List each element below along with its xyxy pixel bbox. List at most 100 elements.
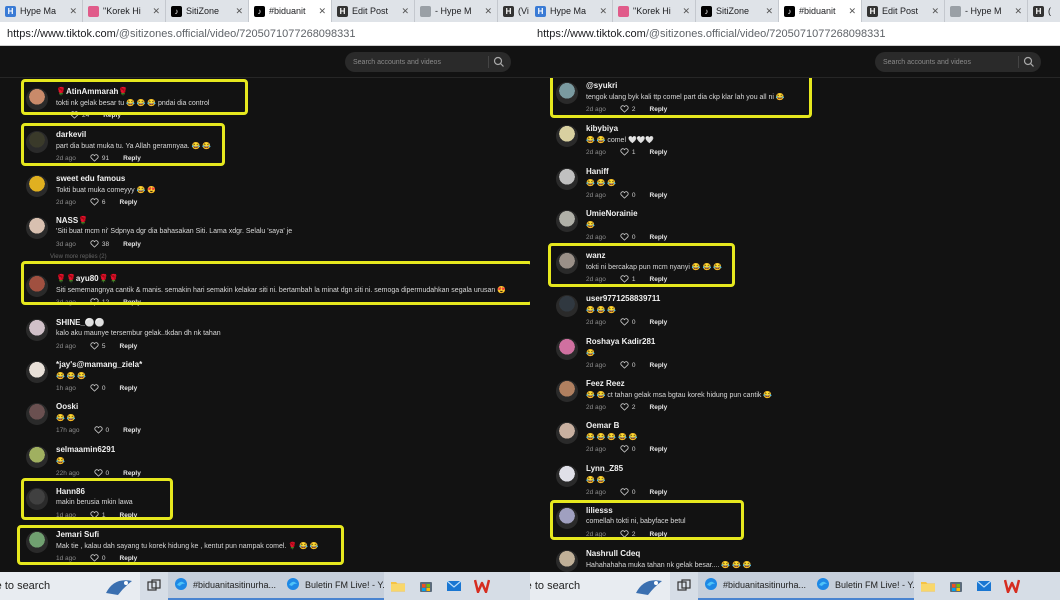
like-heart-icon[interactable] — [90, 154, 99, 162]
reply-button[interactable]: Reply — [120, 555, 138, 562]
user-avatar[interactable] — [26, 531, 48, 553]
reply-button[interactable]: Reply — [120, 199, 138, 206]
close-tab-icon[interactable]: ✕ — [1014, 6, 1022, 17]
like-heart-icon[interactable] — [93, 469, 103, 477]
browser-tab[interactable]: H Hype Ma ✕ — [0, 0, 83, 22]
comment-username[interactable]: kibybiya — [586, 124, 618, 133]
view-more-replies[interactable]: View more replies (2) — [50, 254, 107, 260]
like-heart-icon[interactable] — [70, 111, 79, 119]
close-tab-icon[interactable]: ✕ — [401, 6, 409, 17]
address-bar[interactable]: https://www.tiktok.com/@sitizones.offici… — [0, 22, 530, 46]
file-explorer-icon[interactable] — [384, 572, 412, 600]
reply-button[interactable]: Reply — [650, 234, 668, 241]
wps-icon[interactable] — [468, 572, 496, 600]
user-avatar[interactable] — [556, 82, 578, 104]
like-heart-icon[interactable] — [620, 445, 629, 453]
file-explorer-icon[interactable] — [914, 572, 942, 600]
store-icon[interactable] — [942, 572, 970, 600]
browser-tab[interactable]: H Edit Post ✕ — [862, 0, 945, 22]
like-heart-icon[interactable] — [620, 148, 629, 156]
close-tab-icon[interactable]: ✕ — [599, 6, 607, 17]
reply-button[interactable]: Reply — [650, 276, 668, 283]
comment-username[interactable]: Haniff — [586, 167, 609, 176]
like-heart-icon[interactable] — [90, 511, 99, 519]
like-heart-icon[interactable] — [90, 554, 99, 562]
store-icon[interactable] — [412, 572, 440, 600]
browser-tab[interactable]: "Korek Hi ✕ — [83, 0, 166, 22]
comment-username[interactable]: Lynn_Z85 — [586, 464, 623, 473]
like-heart-icon[interactable] — [620, 105, 629, 113]
user-avatar[interactable] — [26, 175, 48, 197]
user-avatar[interactable] — [556, 465, 578, 487]
taskbar-app-button[interactable]: #biduanitasitinurha... — [168, 572, 280, 600]
comment-username[interactable]: sweet edu famous — [56, 174, 125, 183]
reply-button[interactable]: Reply — [650, 489, 668, 496]
close-tab-icon[interactable]: ✕ — [152, 6, 160, 17]
reply-button[interactable]: Reply — [650, 362, 668, 369]
comment-username[interactable]: Ooski — [56, 402, 78, 411]
user-avatar[interactable] — [26, 403, 48, 425]
like-heart-icon[interactable] — [93, 426, 103, 434]
reply-button[interactable]: Reply — [650, 192, 668, 199]
comment-username[interactable]: UmieNorainie — [586, 209, 638, 218]
taskbar-app-button[interactable]: Buletin FM Live! - Y... — [280, 572, 384, 600]
comment-username[interactable]: Roshaya Kadir281 — [586, 337, 655, 346]
reply-button[interactable]: Reply — [120, 343, 138, 350]
comment-username[interactable]: wanz — [586, 251, 606, 260]
search-input[interactable]: Search accounts and videos — [875, 52, 1041, 72]
comment-username[interactable]: @syukri — [586, 81, 617, 90]
comment-username[interactable]: 🌹AtinAmmarah🌹 — [56, 87, 128, 96]
browser-tab[interactable]: H(✕ — [1028, 0, 1060, 22]
user-avatar[interactable] — [556, 550, 578, 572]
taskbar-search[interactable]: re to search — [0, 572, 140, 600]
close-tab-icon[interactable]: ✕ — [235, 6, 243, 17]
comment-username[interactable]: Hann86 — [56, 487, 85, 496]
like-heart-icon[interactable] — [620, 275, 629, 283]
close-tab-icon[interactable]: ✕ — [931, 6, 939, 17]
reply-button[interactable]: Reply — [650, 106, 668, 113]
browser-tab[interactable]: ♪ #biduanit ✕ — [249, 0, 332, 22]
browser-tab[interactable]: ♪ #biduanit ✕ — [779, 0, 862, 22]
user-avatar[interactable] — [556, 338, 578, 360]
reply-button[interactable]: Reply — [650, 446, 668, 453]
user-avatar[interactable] — [556, 210, 578, 232]
user-avatar[interactable] — [556, 252, 578, 274]
user-avatar[interactable] — [556, 168, 578, 190]
browser-tab[interactable]: H Hype Ma ✕ — [530, 0, 613, 22]
user-avatar[interactable] — [26, 217, 48, 239]
reply-button[interactable]: Reply — [123, 427, 141, 434]
like-heart-icon[interactable] — [620, 318, 629, 326]
user-avatar[interactable] — [26, 319, 48, 341]
taskbar-app-button[interactable]: #biduanitasitinurha... — [698, 572, 810, 600]
reply-button[interactable]: Reply — [123, 241, 141, 248]
like-heart-icon[interactable] — [620, 488, 629, 496]
reply-button[interactable]: Reply — [120, 385, 138, 392]
browser-tab[interactable]: ♪ SitiZone ✕ — [166, 0, 249, 22]
reply-button[interactable]: Reply — [123, 155, 141, 162]
comment-username[interactable]: Oemar B — [586, 421, 619, 430]
like-heart-icon[interactable] — [90, 342, 99, 350]
user-avatar[interactable] — [26, 361, 48, 383]
user-avatar[interactable] — [556, 295, 578, 317]
browser-tab[interactable]: ♪ SitiZone ✕ — [696, 0, 779, 22]
close-tab-icon[interactable]: ✕ — [682, 6, 690, 17]
comment-username[interactable]: *jay's@mamang_ziela* — [56, 360, 142, 369]
browser-tab[interactable]: - Hype M ✕ — [945, 0, 1028, 22]
wps-icon[interactable] — [998, 572, 1026, 600]
task-view-icon[interactable] — [140, 572, 168, 600]
like-heart-icon[interactable] — [90, 298, 99, 306]
search-input[interactable]: Search accounts and videos — [345, 52, 511, 72]
reply-button[interactable]: Reply — [123, 470, 141, 477]
reply-button[interactable]: Reply — [123, 299, 141, 306]
user-avatar[interactable] — [26, 275, 48, 297]
comment-username[interactable]: Jemari Sufi — [56, 530, 99, 539]
address-bar[interactable]: https://www.tiktok.com/@sitizones.offici… — [530, 22, 1060, 46]
comment-username[interactable]: NASS🌹 — [56, 216, 88, 225]
comment-username[interactable]: selmaamin6291 — [56, 445, 115, 454]
browser-tab[interactable]: H Edit Post ✕ — [332, 0, 415, 22]
user-avatar[interactable] — [26, 446, 48, 468]
reply-button[interactable]: Reply — [650, 531, 668, 538]
like-heart-icon[interactable] — [620, 403, 629, 411]
reply-button[interactable]: Reply — [650, 319, 668, 326]
reply-button[interactable]: Reply — [103, 112, 121, 119]
